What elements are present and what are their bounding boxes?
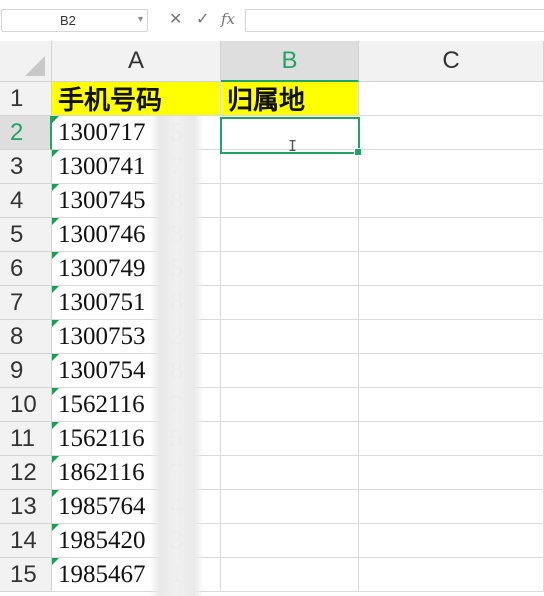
fill-handle[interactable] <box>354 148 362 156</box>
number-stored-as-text-indicator <box>52 320 59 327</box>
name-box-value: B2 <box>60 13 76 28</box>
column-header-c[interactable]: C <box>359 41 544 82</box>
cell-c8[interactable] <box>359 320 544 354</box>
row-header-11[interactable]: 11 <box>0 422 52 456</box>
row-header-4[interactable]: 4 <box>0 184 52 218</box>
formula-input[interactable] <box>245 9 544 32</box>
cell-c3[interactable] <box>359 150 544 184</box>
row-header-12[interactable]: 12 <box>0 456 52 490</box>
column-title: 手机号码 <box>58 85 163 115</box>
row-header-13[interactable]: 13 <box>0 490 52 524</box>
number-stored-as-text-indicator <box>52 524 59 531</box>
cell-c5[interactable] <box>359 218 544 252</box>
cell-c6[interactable] <box>359 252 544 286</box>
column-header-a[interactable]: A <box>52 41 221 82</box>
row-header-1[interactable]: 1 <box>0 82 52 116</box>
number-stored-as-text-indicator <box>52 116 59 123</box>
number-stored-as-text-indicator <box>52 150 59 157</box>
number-stored-as-text-indicator <box>52 286 59 293</box>
cell-c12[interactable] <box>359 456 544 490</box>
number-stored-as-text-indicator <box>52 422 59 429</box>
cell-b10[interactable] <box>221 388 359 422</box>
cell-c10[interactable] <box>359 388 544 422</box>
cell-c4[interactable] <box>359 184 544 218</box>
cell-b5[interactable] <box>221 218 359 252</box>
number-stored-as-text-indicator <box>52 558 59 565</box>
cell-b1[interactable]: 归属地 <box>221 82 359 116</box>
name-box[interactable]: B2 ▾ <box>1 9 148 32</box>
number-stored-as-text-indicator <box>52 252 59 259</box>
cell-c1[interactable] <box>359 82 544 116</box>
cell-b3[interactable] <box>221 150 359 184</box>
cancel-icon[interactable]: ✕ <box>169 9 182 29</box>
cell-b6[interactable] <box>221 252 359 286</box>
select-all-button[interactable] <box>0 41 52 82</box>
redaction-blur <box>150 116 204 596</box>
row-header-9[interactable]: 9 <box>0 354 52 388</box>
cell-b14[interactable] <box>221 524 359 558</box>
number-stored-as-text-indicator <box>52 354 59 361</box>
row-header-5[interactable]: 5 <box>0 218 52 252</box>
cell-b9[interactable] <box>221 354 359 388</box>
cell-b12[interactable] <box>221 456 359 490</box>
row-header-8[interactable]: 8 <box>0 320 52 354</box>
cell-b15[interactable] <box>221 558 359 592</box>
row-header-2[interactable]: 2 <box>0 116 52 150</box>
confirm-icon[interactable]: ✓ <box>196 9 209 29</box>
cell-c14[interactable] <box>359 524 544 558</box>
formula-bar: B2 ▾ ✕ ✓ fx <box>0 0 544 41</box>
cell-b13[interactable] <box>221 490 359 524</box>
row-header-10[interactable]: 10 <box>0 388 52 422</box>
cell-b4[interactable] <box>221 184 359 218</box>
chevron-down-icon[interactable]: ▾ <box>138 14 143 25</box>
row-header-14[interactable]: 14 <box>0 524 52 558</box>
number-stored-as-text-indicator <box>52 388 59 395</box>
row-header-6[interactable]: 6 <box>0 252 52 286</box>
cell-c9[interactable] <box>359 354 544 388</box>
number-stored-as-text-indicator <box>52 490 59 497</box>
row-header-7[interactable]: 7 <box>0 286 52 320</box>
column-header-b[interactable]: B <box>221 41 359 82</box>
cell-b11[interactable] <box>221 422 359 456</box>
text-cursor-icon: I <box>288 137 298 155</box>
column-title: 归属地 <box>227 85 306 115</box>
select-all-triangle-icon <box>25 56 45 76</box>
insert-function-icon[interactable]: fx <box>221 10 235 28</box>
number-stored-as-text-indicator <box>52 456 59 463</box>
row-header-3[interactable]: 3 <box>0 150 52 184</box>
number-stored-as-text-indicator <box>52 218 59 225</box>
cell-b8[interactable] <box>221 320 359 354</box>
cell-b7[interactable] <box>221 286 359 320</box>
cell-c7[interactable] <box>359 286 544 320</box>
cell-a1[interactable]: 手机号码 <box>52 82 221 116</box>
row-header-15[interactable]: 15 <box>0 558 52 592</box>
cell-c15[interactable] <box>359 558 544 592</box>
cell-c2[interactable] <box>359 116 544 150</box>
cell-c11[interactable] <box>359 422 544 456</box>
cell-c13[interactable] <box>359 490 544 524</box>
number-stored-as-text-indicator <box>52 184 59 191</box>
